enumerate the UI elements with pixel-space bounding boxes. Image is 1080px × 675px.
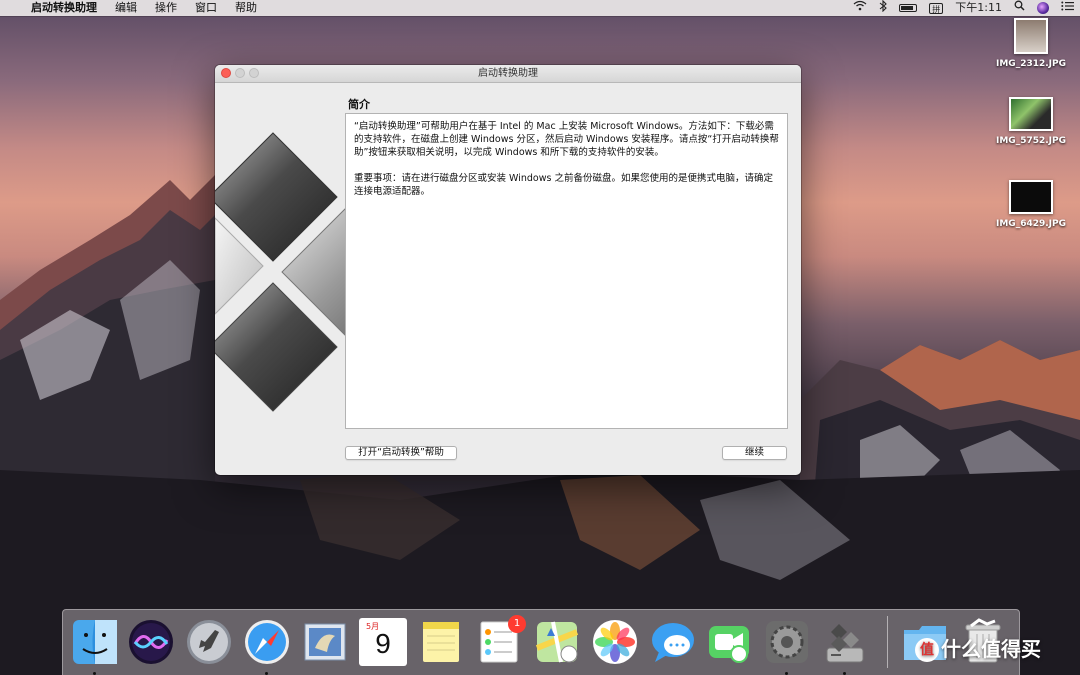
- input-method-icon[interactable]: 拼: [929, 2, 944, 14]
- photos-icon[interactable]: [591, 618, 639, 666]
- notification-badge: 1: [508, 615, 526, 633]
- menu-actions[interactable]: 操作: [146, 0, 186, 16]
- finder-icon[interactable]: [71, 618, 119, 666]
- watermark-badge: 值: [915, 638, 939, 662]
- watermark-text: 什么值得买: [941, 637, 1041, 661]
- messages-icon[interactable]: [649, 618, 697, 666]
- introduction-text-area: “启动转换助理”可帮助用户在基于 Intel 的 Mac 上安装 Microso…: [345, 113, 788, 429]
- window-titlebar[interactable]: 启动转换助理: [215, 65, 801, 83]
- section-title: 简介: [348, 98, 370, 111]
- menu-clock[interactable]: 下午1:11: [955, 0, 1002, 16]
- zoom-window-button[interactable]: [249, 68, 259, 78]
- wifi-icon[interactable]: [853, 0, 867, 16]
- boot-camp-assistant-window: 启动转换助理 简介 “启动转换助理”可帮助用户在基于 Intel 的 Mac 上…: [215, 65, 801, 475]
- image-thumbnail: [1014, 18, 1048, 54]
- dock: 5月 9 1: [62, 609, 1020, 675]
- reminders-icon[interactable]: 1: [475, 615, 526, 666]
- close-window-button[interactable]: [221, 68, 231, 78]
- facetime-icon[interactable]: [705, 618, 753, 666]
- image-thumbnail: [1009, 180, 1053, 214]
- maps-icon[interactable]: [533, 618, 581, 666]
- siri-icon[interactable]: [127, 618, 175, 666]
- watermark-logo: 值什么值得买: [915, 633, 1041, 662]
- menu-window[interactable]: 窗口: [186, 0, 226, 16]
- bluetooth-icon[interactable]: [879, 0, 888, 17]
- desktop-file[interactable]: IMG_2312.JPG: [986, 18, 1076, 69]
- desktop-file-label: IMG_5752.JPG: [996, 136, 1066, 146]
- system-preferences-icon[interactable]: [763, 618, 811, 666]
- mail-icon[interactable]: [301, 618, 349, 666]
- notification-center-icon[interactable]: [1061, 0, 1074, 16]
- siri-menu-icon[interactable]: [1037, 2, 1049, 14]
- dock-separator: [887, 616, 888, 668]
- calendar-icon[interactable]: 5月 9: [359, 618, 407, 666]
- menu-bar: 启动转换助理 编辑 操作 窗口 帮助 拼 下午1:11: [0, 0, 1080, 16]
- safari-icon[interactable]: [243, 618, 291, 666]
- calendar-day: 9: [375, 628, 391, 659]
- image-thumbnail: [1009, 97, 1053, 131]
- menu-extras: 拼 下午1:11: [847, 0, 1080, 16]
- launchpad-icon[interactable]: [185, 618, 233, 666]
- spotlight-search-icon[interactable]: [1014, 0, 1025, 16]
- important-note-paragraph: 重要事项：请在进行磁盘分区或安装 Windows 之前备份磁盘。如果您使用的是便…: [354, 173, 773, 197]
- menu-edit[interactable]: 编辑: [106, 0, 146, 16]
- menu-app-name[interactable]: 启动转换助理: [22, 0, 106, 16]
- intro-paragraph: “启动转换助理”可帮助用户在基于 Intel 的 Mac 上安装 Microso…: [354, 121, 779, 158]
- continue-button[interactable]: 继续: [722, 446, 787, 460]
- window-title: 启动转换助理: [478, 68, 538, 79]
- battery-icon[interactable]: [899, 4, 918, 12]
- open-boot-camp-help-button[interactable]: 打开“启动转换”帮助: [345, 446, 457, 460]
- notes-icon[interactable]: [417, 618, 465, 666]
- minimize-window-button[interactable]: [235, 68, 245, 78]
- bootcamp-icon[interactable]: [821, 618, 869, 666]
- desktop-file[interactable]: IMG_5752.JPG: [986, 97, 1076, 146]
- desktop-file-label: IMG_6429.JPG: [996, 219, 1066, 229]
- desktop-file-label: IMG_2312.JPG: [996, 59, 1066, 69]
- menu-help[interactable]: 帮助: [226, 0, 266, 16]
- desktop-file[interactable]: IMG_6429.JPG: [986, 180, 1076, 229]
